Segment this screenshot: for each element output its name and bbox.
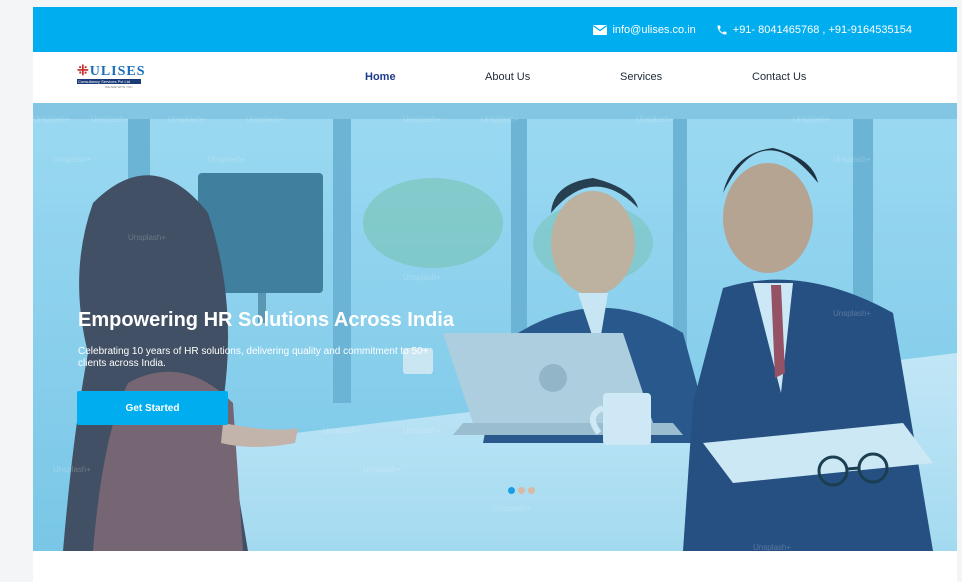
carousel-dot[interactable]	[518, 487, 525, 494]
watermark: Unsplash+	[91, 115, 130, 124]
email-text[interactable]: info@ulises.co.in	[612, 24, 695, 36]
phone-icon	[716, 24, 728, 36]
watermark: Unsplash+	[636, 115, 675, 124]
mail-icon	[593, 24, 608, 35]
hero-subtitle: Celebrating 10 years of HR solutions, de…	[78, 346, 429, 369]
watermark: Unsplash+	[128, 233, 167, 242]
watermark: Unsplash+	[403, 273, 442, 282]
watermark: Unsplash+	[793, 115, 832, 124]
carousel-indicators	[508, 487, 535, 494]
nav-services[interactable]: Services	[620, 71, 662, 83]
main-navbar: ⁜ULISES Consultancy Services Pvt Ltd WE …	[33, 52, 957, 103]
watermark: Unsplash+	[833, 155, 872, 164]
watermark: Unsplash+	[53, 465, 92, 474]
watermark: Unsplash+	[33, 115, 72, 124]
phone-text[interactable]: +91- 8041465768 , +91-9164535154	[733, 24, 912, 36]
carousel-dot[interactable]	[508, 487, 515, 494]
watermark: Unsplash+	[168, 115, 207, 124]
email-contact[interactable]: info@ulises.co.in	[593, 24, 696, 36]
watermark: Unsplash+	[403, 115, 442, 124]
watermark: Unsplash+	[481, 115, 520, 124]
watermark: Unsplash+	[403, 426, 442, 435]
watermark: Unsplash+	[208, 155, 247, 164]
nav-about[interactable]: About Us	[485, 71, 530, 83]
logo-company-name: Consultancy Services Pvt Ltd	[77, 79, 141, 84]
watermark: Unsplash+	[833, 309, 872, 318]
watermark: Unsplash+	[753, 543, 792, 551]
watermark: Unsplash+	[53, 155, 92, 164]
hero-title: Empowering HR Solutions Across India	[78, 309, 454, 331]
watermark: Unsplash+	[246, 115, 285, 124]
watermark: Unsplash+	[363, 465, 402, 474]
carousel-dot[interactable]	[528, 487, 535, 494]
get-started-button[interactable]: Get Started	[77, 391, 228, 425]
page-frame: info@ulises.co.in +91- 8041465768 , +91-…	[33, 7, 957, 582]
top-contact-bar: info@ulises.co.in +91- 8041465768 , +91-…	[33, 7, 957, 52]
logo-wordmark: ⁜ULISES	[77, 64, 146, 79]
nav-home[interactable]: Home	[365, 71, 396, 83]
watermark: Unsplash+	[493, 504, 532, 513]
hero-carousel: Unsplash+ Unsplash+ Unsplash+ Unsplash+ …	[33, 103, 957, 551]
phone-contact[interactable]: +91- 8041465768 , +91-9164535154	[716, 24, 912, 36]
watermark: Unsplash+	[323, 426, 362, 435]
company-logo[interactable]: ⁜ULISES Consultancy Services Pvt Ltd WE …	[77, 63, 146, 91]
nav-contact[interactable]: Contact Us	[752, 71, 806, 83]
contact-info: info@ulises.co.in +91- 8041465768 , +91-…	[573, 7, 912, 52]
logo-tagline: WE ARE WITH YOU	[105, 85, 133, 89]
